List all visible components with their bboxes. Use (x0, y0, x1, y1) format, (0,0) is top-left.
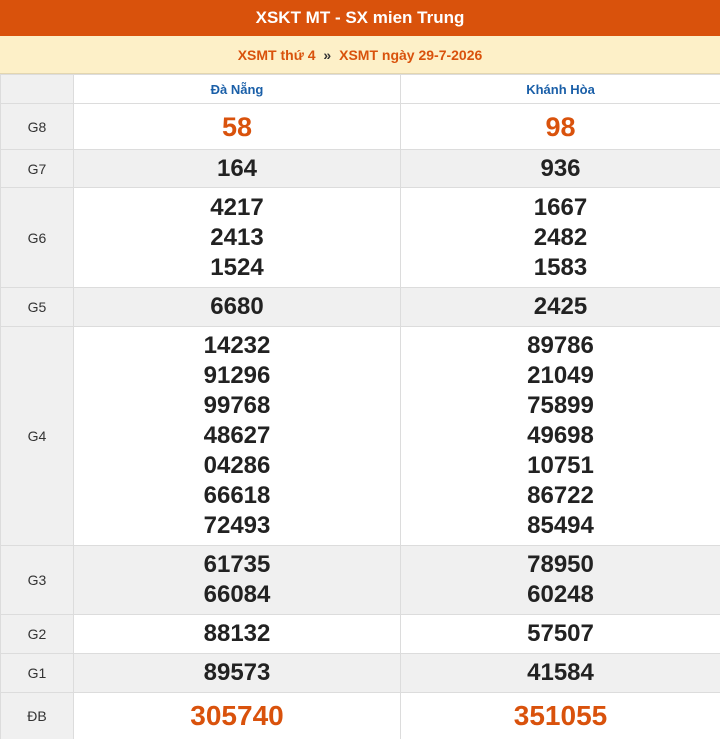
result-number: 58 (221, 111, 253, 142)
result-cell: 89786 21049 75899 49698 10751 86722 85494 (400, 326, 720, 546)
result-number: 04286 (203, 452, 271, 479)
prize-label: G7 (0, 149, 74, 188)
table-row: G6 4217 2413 1524 1667 2482 1583 (0, 187, 720, 288)
result-cell: 164 (73, 149, 401, 188)
table-row: G3 61735 66084 78950 60248 (0, 545, 720, 615)
result-cell: 936 (400, 149, 720, 188)
table-row: G7 164 936 (0, 149, 720, 188)
result-cell: 14232 91296 99768 48627 04286 66618 72493 (73, 326, 401, 546)
table-row: G4 14232 91296 99768 48627 04286 66618 72493 8… (0, 326, 720, 546)
column-header-khanh-hoa[interactable]: Khánh Hòa (400, 74, 720, 104)
result-number: 6680 (210, 293, 264, 320)
result-number: 2413 (210, 223, 264, 251)
table-header-row: Đà Nẵng Khánh Hòa (0, 74, 720, 104)
result-number: 86722 (527, 482, 594, 509)
result-number: 10751 (527, 452, 594, 479)
prize-label: G5 (0, 287, 74, 327)
result-number: 49698 (527, 422, 594, 449)
breadcrumb-separator: » (323, 47, 332, 63)
result-number: 89786 (527, 332, 594, 359)
result-number: 351055 (513, 700, 608, 731)
table-row: G5 6680 2425 (0, 287, 720, 327)
result-cell: 1667 2482 1583 (400, 187, 720, 288)
column-header-da-nang[interactable]: Đà Nẵng (73, 74, 401, 104)
result-cell: 78950 60248 (400, 545, 720, 615)
result-cell: 351055 (400, 692, 720, 739)
prize-label: ĐB (0, 692, 74, 739)
page-title: XSKT MT - SX mien Trung (0, 0, 720, 36)
result-number: 78950 (527, 551, 594, 578)
result-cell: 305740 (73, 692, 401, 739)
prize-label: G1 (0, 653, 74, 693)
result-number: 91296 (203, 362, 271, 389)
result-number: 164 (216, 154, 258, 182)
result-number: 88132 (203, 620, 271, 647)
prize-label: G8 (0, 103, 74, 150)
result-number: 57507 (527, 620, 594, 647)
result-cell: 89573 (73, 653, 401, 693)
result-number: 2482 (533, 223, 588, 251)
prize-label: G4 (0, 326, 74, 546)
result-cell: 41584 (400, 653, 720, 693)
result-number: 66084 (203, 581, 271, 608)
result-cell: 4217 2413 1524 (73, 187, 401, 288)
result-number: 1583 (533, 253, 588, 281)
result-number: 2425 (533, 293, 588, 320)
table-row: G1 89573 41584 (0, 653, 720, 693)
result-number: 305740 (190, 700, 284, 731)
result-number: 98 (545, 111, 576, 142)
result-cell: 98 (400, 103, 720, 150)
result-number: 72493 (203, 512, 271, 539)
result-number: 1524 (210, 253, 264, 281)
result-number: 4217 (210, 193, 264, 221)
result-number: 66618 (203, 482, 271, 509)
result-cell: 57507 (400, 614, 720, 654)
result-cell: 88132 (73, 614, 401, 654)
result-cell: 61735 66084 (73, 545, 401, 615)
corner-cell (0, 74, 74, 104)
table-row: G8 58 98 (0, 103, 720, 150)
result-number: 85494 (527, 512, 594, 539)
result-number: 99768 (203, 392, 271, 419)
result-number: 41584 (527, 659, 594, 686)
prize-label: G6 (0, 187, 74, 288)
prize-label: G3 (0, 545, 74, 615)
result-number: 14232 (203, 332, 271, 359)
result-number: 1667 (533, 193, 588, 221)
result-cell: 58 (73, 103, 401, 150)
result-cell: 6680 (73, 287, 401, 327)
result-number: 936 (540, 154, 581, 182)
table-row: ĐB 305740 351055 (0, 692, 720, 739)
result-number: 21049 (527, 362, 594, 389)
result-number: 48627 (203, 422, 271, 449)
result-cell: 2425 (400, 287, 720, 327)
result-number: 60248 (527, 581, 594, 608)
result-number: 75899 (527, 392, 594, 419)
breadcrumb: XSMT thứ 4 » XSMT ngày 29-7-2026 (0, 36, 720, 74)
breadcrumb-link-date[interactable]: XSMT ngày 29-7-2026 (339, 47, 482, 63)
result-number: 61735 (203, 551, 271, 578)
result-number: 89573 (203, 659, 271, 686)
prize-label: G2 (0, 614, 74, 654)
results-table: Đà Nẵng Khánh Hòa G8 58 98 G7 164 936 G6… (0, 74, 720, 739)
breadcrumb-link-weekday[interactable]: XSMT thứ 4 (238, 47, 316, 63)
table-row: G2 88132 57507 (0, 614, 720, 654)
